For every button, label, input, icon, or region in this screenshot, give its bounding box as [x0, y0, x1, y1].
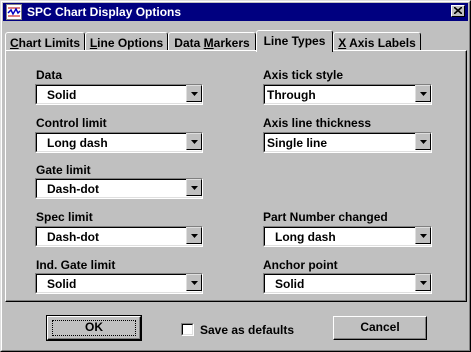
select-value: Dash-dot	[47, 230, 99, 244]
dropdown-button[interactable]	[415, 274, 431, 291]
data-line-label: Data	[36, 68, 63, 82]
tab-label: Line Options	[89, 36, 164, 50]
title-bar[interactable]: SPC Chart Display Options	[3, 3, 468, 21]
ok-button[interactable]: OK	[46, 315, 142, 341]
dropdown-button[interactable]	[415, 85, 431, 102]
dropdown-button[interactable]	[186, 179, 202, 196]
tab-label: Data Markers	[174, 36, 250, 50]
axis-line-thickness-label: Axis line thickness	[263, 116, 372, 130]
select-value: Through	[267, 88, 316, 102]
axis-line-thickness-select[interactable]: Single line	[263, 132, 432, 153]
tab-line-types[interactable]: Line Types	[256, 30, 333, 52]
ind-gate-limit-label: Ind. Gate limit	[36, 258, 116, 272]
dropdown-button[interactable]	[186, 274, 202, 291]
close-button[interactable]	[451, 5, 465, 17]
close-icon	[454, 7, 462, 14]
tab-line-options[interactable]: Line Options	[85, 32, 168, 51]
chevron-down-icon	[420, 92, 427, 96]
part-number-changed-label: Part Number changed	[263, 210, 388, 224]
gate-limit-label: Gate limit	[36, 163, 91, 177]
dialog-window: SPC Chart Display Options Chart Limits L…	[0, 0, 471, 352]
select-value: Single line	[267, 136, 328, 150]
select-value: Solid	[47, 277, 77, 291]
tab-chart-limits[interactable]: Chart Limits	[5, 32, 85, 51]
control-limit-label: Control limit	[36, 116, 107, 130]
control-limit-select[interactable]: Long dash	[35, 132, 203, 153]
chevron-down-icon	[191, 140, 198, 144]
select-value: Long dash	[275, 230, 336, 244]
cancel-button[interactable]: Cancel	[333, 316, 427, 340]
anchor-point-label: Anchor point	[263, 258, 338, 272]
tab-x-axis-labels[interactable]: X Axis Labels	[333, 32, 421, 51]
select-value: Solid	[47, 88, 77, 102]
tab-label: X Axis Labels	[338, 36, 416, 50]
tab-data-markers[interactable]: Data Markers	[168, 32, 256, 51]
ind-gate-limit-select[interactable]: Solid	[35, 273, 203, 294]
dropdown-button[interactable]	[186, 133, 202, 150]
chevron-down-icon	[420, 281, 427, 285]
dropdown-button[interactable]	[186, 227, 202, 244]
save-defaults-label[interactable]: Save as defaults	[200, 323, 294, 337]
gate-limit-select[interactable]: Dash-dot	[35, 178, 203, 199]
select-value: Dash-dot	[47, 182, 99, 196]
data-line-select[interactable]: Solid	[35, 84, 203, 105]
chevron-down-icon	[191, 281, 198, 285]
chevron-down-icon	[191, 234, 198, 238]
dropdown-button[interactable]	[415, 227, 431, 244]
anchor-point-select[interactable]: Solid	[263, 273, 432, 294]
focus-indicator	[52, 320, 136, 336]
axis-tick-style-label: Axis tick style	[263, 68, 344, 82]
spc-chart-app-icon	[6, 4, 22, 20]
select-value: Solid	[275, 277, 305, 291]
save-defaults-checkbox[interactable]	[181, 323, 194, 336]
axis-tick-style-select[interactable]: Through	[263, 84, 432, 105]
chevron-down-icon	[191, 92, 198, 96]
spec-limit-select[interactable]: Dash-dot	[35, 226, 203, 247]
tab-label: Line Types	[263, 34, 326, 48]
dropdown-button[interactable]	[186, 85, 202, 102]
chevron-down-icon	[191, 186, 198, 190]
spec-limit-label: Spec limit	[36, 210, 93, 224]
tab-label: Chart Limits	[9, 36, 80, 50]
select-value: Long dash	[47, 136, 108, 150]
chevron-down-icon	[420, 234, 427, 238]
dropdown-button[interactable]	[415, 133, 431, 150]
part-number-changed-select[interactable]: Long dash	[263, 226, 432, 247]
window-title: SPC Chart Display Options	[27, 5, 182, 19]
chevron-down-icon	[420, 140, 427, 144]
